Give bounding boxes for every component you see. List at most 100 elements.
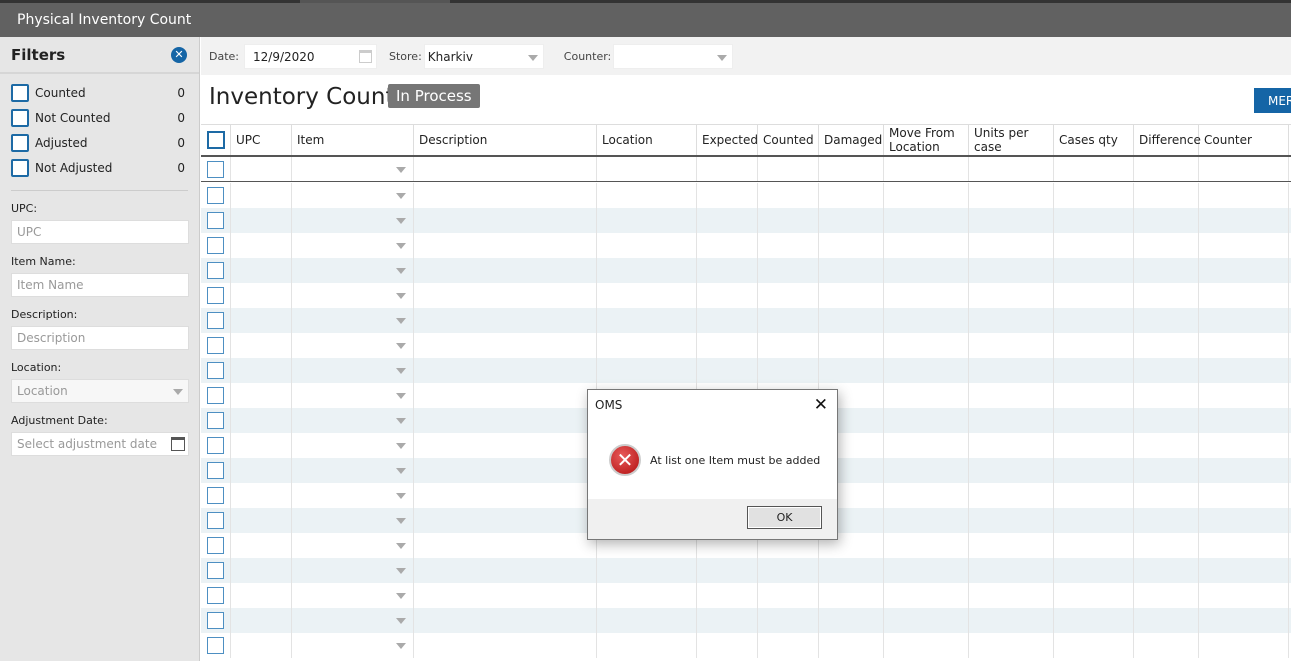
grid-cell[interactable] [414, 533, 597, 558]
grid-cell[interactable] [414, 208, 597, 233]
chevron-down-icon[interactable] [396, 568, 406, 574]
grid-cell[interactable] [969, 258, 1054, 283]
grid-cell[interactable] [969, 383, 1054, 408]
grid-cell[interactable] [1054, 358, 1134, 383]
grid-cell[interactable] [231, 233, 292, 258]
grid-cell[interactable] [597, 157, 697, 181]
column-header[interactable]: UPC [231, 125, 292, 155]
grid-cell[interactable] [414, 433, 597, 458]
column-header[interactable]: Damaged [819, 125, 884, 155]
grid-cell[interactable] [758, 358, 819, 383]
grid-cell[interactable] [1054, 583, 1134, 608]
grid-cell[interactable] [1054, 483, 1134, 508]
grid-cell[interactable] [758, 183, 819, 208]
grid-cell[interactable] [969, 608, 1054, 633]
grid-cell[interactable] [1054, 157, 1134, 181]
grid-cell[interactable] [758, 608, 819, 633]
grid-cell[interactable] [597, 633, 697, 658]
grid-cell[interactable] [292, 308, 414, 333]
grid-cell[interactable] [231, 157, 292, 181]
grid-cell[interactable] [1054, 333, 1134, 358]
grid-cell[interactable] [1134, 208, 1199, 233]
grid-cell[interactable] [292, 458, 414, 483]
store-select[interactable]: Kharkiv [423, 43, 544, 69]
grid-cell[interactable] [758, 157, 819, 181]
grid-cell[interactable] [758, 558, 819, 583]
grid-cell[interactable] [1054, 408, 1134, 433]
grid-cell[interactable] [1199, 583, 1289, 608]
grid-cell[interactable] [819, 558, 884, 583]
grid-cell[interactable] [1134, 508, 1199, 533]
column-header[interactable]: Expected [697, 125, 758, 155]
grid-cell[interactable] [597, 208, 697, 233]
row-checkbox[interactable] [207, 587, 224, 604]
column-header[interactable]: Counted [758, 125, 819, 155]
grid-cell[interactable] [1134, 358, 1199, 383]
grid-cell[interactable] [231, 533, 292, 558]
row-checkbox[interactable] [207, 412, 224, 429]
grid-cell[interactable] [414, 508, 597, 533]
grid-cell[interactable] [1199, 458, 1289, 483]
grid-cell[interactable] [758, 633, 819, 658]
grid-cell[interactable] [819, 208, 884, 233]
checkbox[interactable] [11, 83, 29, 102]
grid-cell[interactable] [697, 183, 758, 208]
column-header[interactable]: Location [597, 125, 697, 155]
row-checkbox[interactable] [207, 160, 224, 178]
merge-button[interactable]: MERGE [1254, 88, 1291, 113]
grid-cell[interactable] [1054, 558, 1134, 583]
grid-cell[interactable] [597, 183, 697, 208]
grid-cell[interactable] [1054, 508, 1134, 533]
grid-cell[interactable] [969, 157, 1054, 181]
grid-cell[interactable] [969, 433, 1054, 458]
grid-cell[interactable] [1134, 433, 1199, 458]
grid-cell[interactable] [1134, 633, 1199, 658]
grid-cell[interactable] [597, 358, 697, 383]
row-checkbox[interactable] [207, 287, 224, 304]
grid-cell[interactable] [1199, 608, 1289, 633]
grid-cell[interactable] [1134, 533, 1199, 558]
grid-cell[interactable] [414, 608, 597, 633]
grid-cell[interactable] [697, 283, 758, 308]
grid-cell[interactable] [1134, 408, 1199, 433]
filter-counted[interactable]: Counted 0 [0, 80, 199, 105]
chevron-down-icon[interactable] [396, 518, 406, 524]
grid-cell[interactable] [292, 258, 414, 283]
row-checkbox[interactable] [207, 562, 224, 579]
chevron-down-icon[interactable] [396, 293, 406, 299]
grid-cell[interactable] [758, 308, 819, 333]
grid-cell[interactable] [292, 483, 414, 508]
grid-cell[interactable] [1134, 333, 1199, 358]
grid-cell[interactable] [1134, 183, 1199, 208]
grid-cell[interactable] [969, 358, 1054, 383]
grid-cell[interactable] [597, 283, 697, 308]
grid-cell[interactable] [414, 283, 597, 308]
column-header[interactable]: Difference [1134, 125, 1201, 155]
grid-cell[interactable] [819, 183, 884, 208]
grid-cell[interactable] [1134, 583, 1199, 608]
grid-cell[interactable] [1199, 483, 1289, 508]
grid-cell[interactable] [597, 608, 697, 633]
grid-cell[interactable] [969, 183, 1054, 208]
grid-cell[interactable] [969, 233, 1054, 258]
grid-cell[interactable] [969, 508, 1054, 533]
grid-cell[interactable] [414, 558, 597, 583]
grid-cell[interactable] [597, 308, 697, 333]
filter-not-counted[interactable]: Not Counted 0 [0, 105, 199, 130]
grid-cell[interactable] [231, 583, 292, 608]
grid-cell[interactable] [884, 157, 969, 181]
grid-cell[interactable] [697, 333, 758, 358]
chevron-down-icon[interactable] [396, 243, 406, 249]
date-picker[interactable]: 12/9/2020 [244, 43, 377, 69]
grid-cell[interactable] [884, 283, 969, 308]
grid-cell[interactable] [1054, 533, 1134, 558]
grid-cell[interactable] [1134, 608, 1199, 633]
chevron-down-icon[interactable] [396, 468, 406, 474]
grid-cell[interactable] [231, 283, 292, 308]
grid-cell[interactable] [597, 233, 697, 258]
grid-cell[interactable] [231, 183, 292, 208]
grid-cell[interactable] [969, 208, 1054, 233]
grid-cell[interactable] [884, 258, 969, 283]
grid-cell[interactable] [969, 483, 1054, 508]
grid-cell[interactable] [292, 508, 414, 533]
